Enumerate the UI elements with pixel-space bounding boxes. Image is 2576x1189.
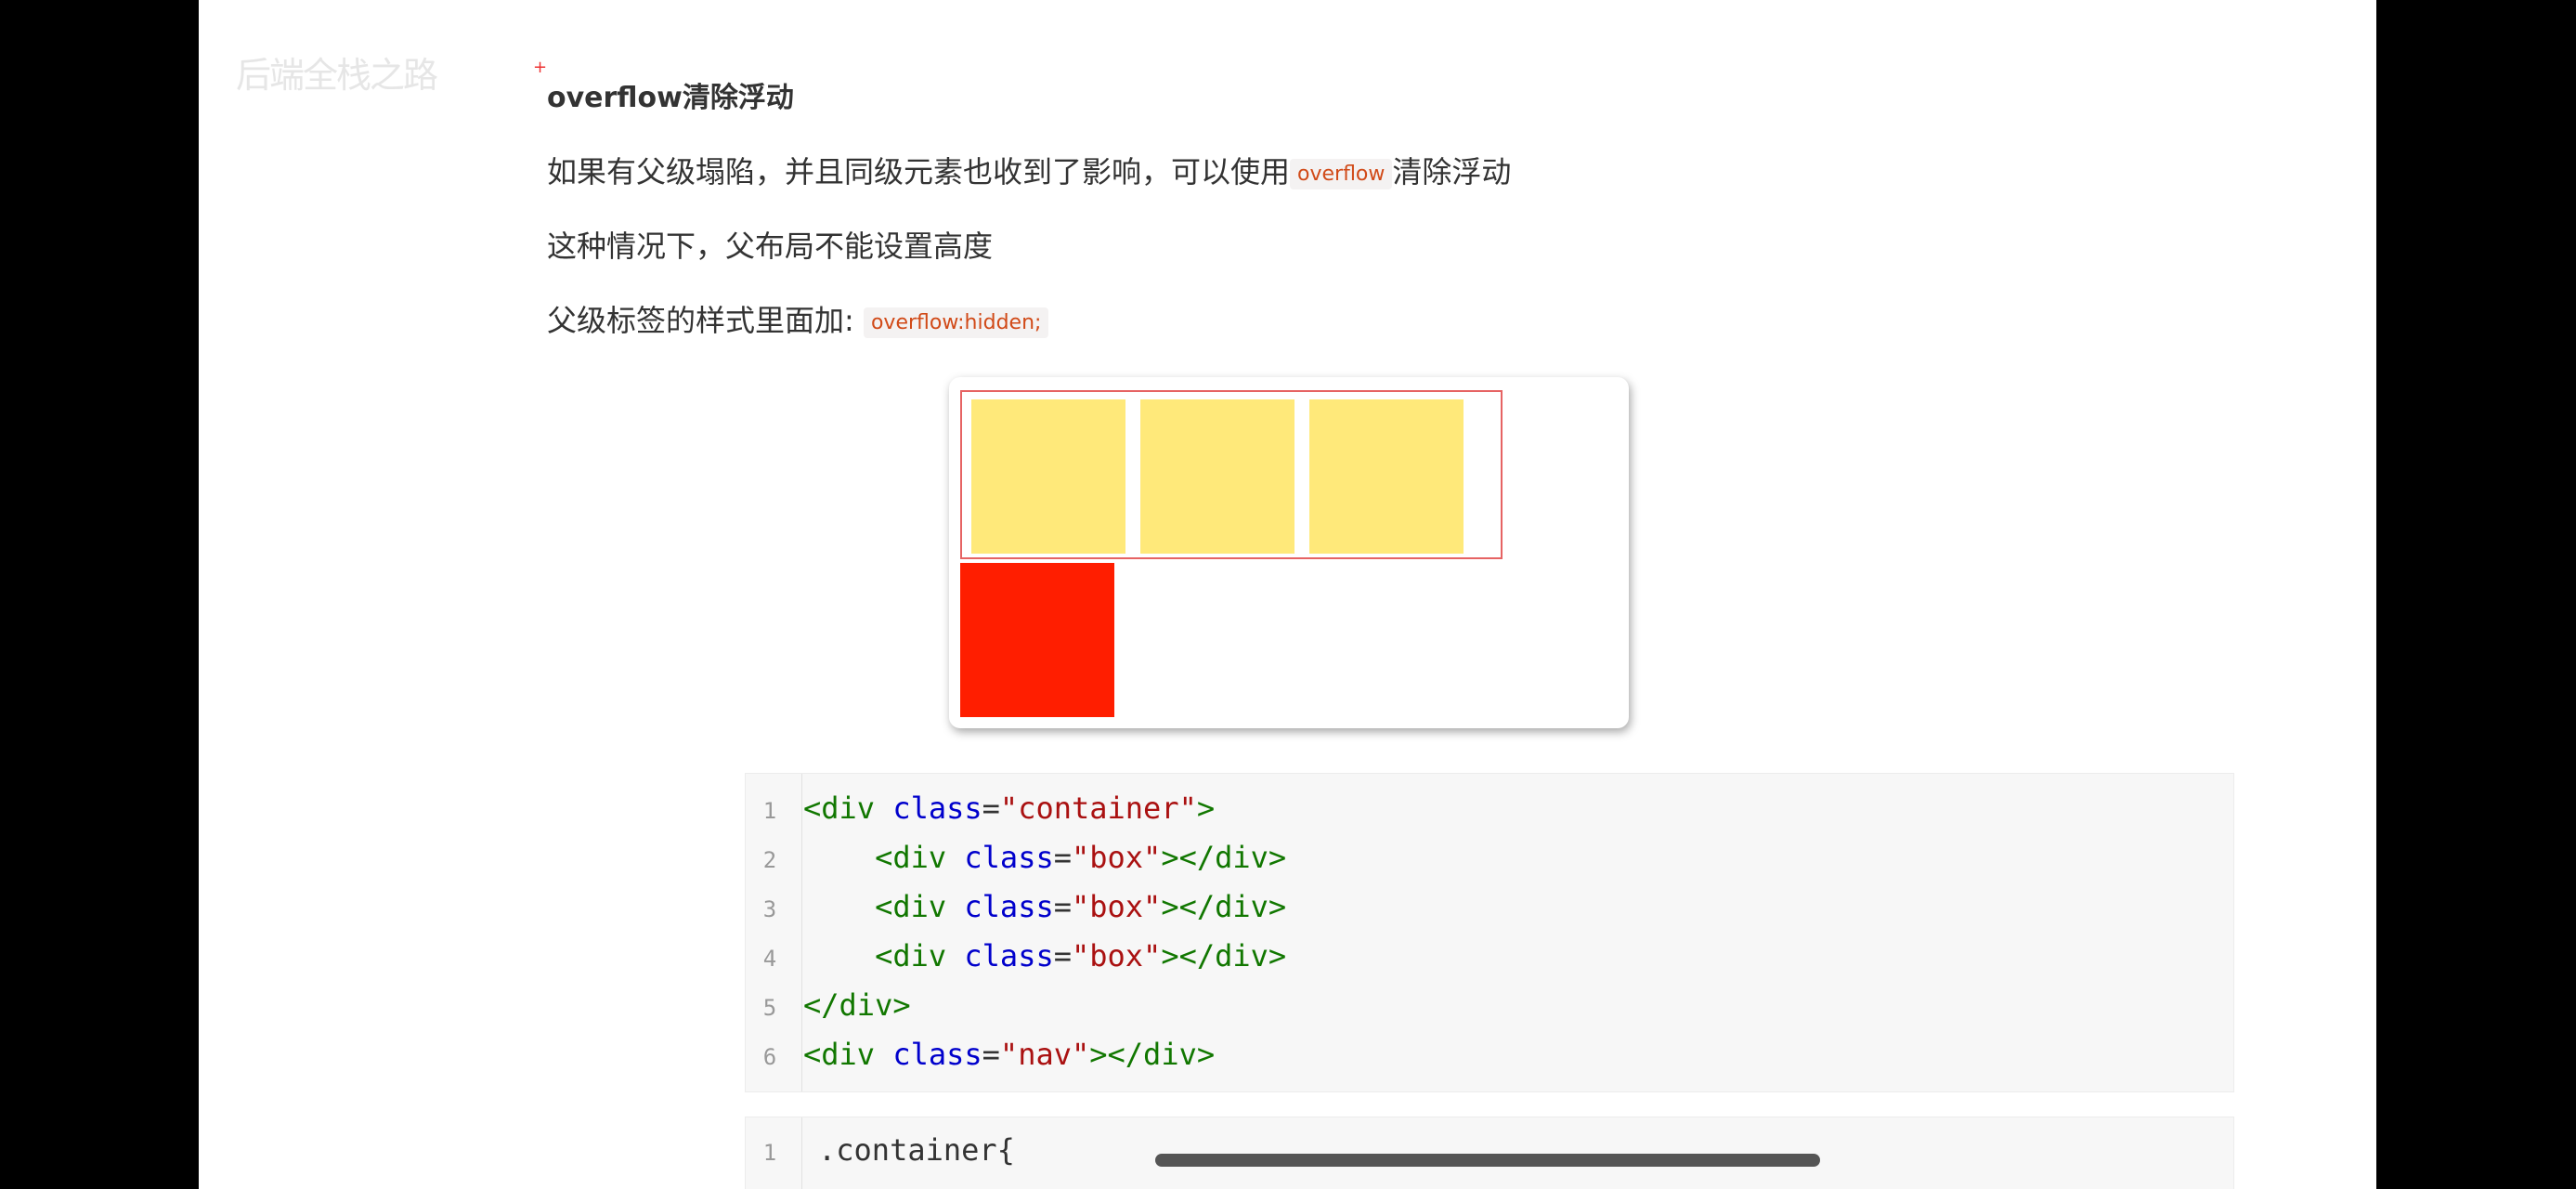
yellow-box-1	[971, 399, 1125, 554]
paragraph-2: 这种情况下，父布局不能设置高度	[547, 229, 994, 264]
section-heading: overflow清除浮动	[547, 82, 794, 114]
line-number: 6	[762, 1044, 777, 1070]
code-line: 1 <div class="container">	[746, 787, 1215, 836]
code-text: .container{	[818, 1132, 1015, 1168]
code-line: 2 <div class="box"></div>	[746, 836, 1286, 885]
code-line: 4 <div class="box"></div>	[746, 934, 1286, 984]
paragraph-1: 如果有父级塌陷，并且同级元素也收到了影响，可以使用 overflow 清除浮动	[547, 149, 1511, 191]
inline-code-overflow-hidden: overflow:hidden;	[863, 307, 1049, 338]
paragraph-1-tail: 清除浮动	[1392, 154, 1512, 189]
code-text: <div class="box"></div>	[875, 938, 1287, 973]
html-code-block[interactable]: 1 <div class="container"> 2 <div class="…	[745, 773, 2234, 1092]
document-page: 后端全栈之路 + overflow清除浮动 如果有父级塌陷，并且同级元素也收到了…	[199, 0, 2376, 1189]
line-number: 1	[762, 1140, 777, 1166]
code-text: <div class="nav"></div>	[803, 1037, 1216, 1072]
code-text: </div>	[803, 987, 911, 1023]
watermark-text: 后端全栈之路	[236, 55, 438, 96]
code-text: <div class="box"></div>	[875, 889, 1287, 924]
paragraph-1-text: 如果有父级塌陷，并且同级元素也收到了影响，可以使用	[547, 154, 1291, 189]
css-code-block[interactable]: 1 .container{	[745, 1117, 2234, 1189]
code-text: <div class="container">	[803, 790, 1216, 826]
red-nav-box	[960, 563, 1114, 717]
line-number: 3	[762, 896, 777, 922]
code-line: 3 <div class="box"></div>	[746, 885, 1286, 934]
line-number: 1	[762, 798, 777, 824]
line-number: 4	[762, 946, 777, 972]
yellow-box-2	[1140, 399, 1295, 554]
line-number: 2	[762, 847, 777, 873]
code-text: <div class="box"></div>	[875, 840, 1287, 875]
code-line: 1 .container{	[746, 1129, 1015, 1178]
inline-code-overflow: overflow	[1290, 158, 1393, 189]
horizontal-scrollbar[interactable]	[1155, 1154, 1820, 1167]
code-line: 5 </div>	[746, 984, 911, 1033]
float-demo-image	[949, 377, 1629, 728]
yellow-box-3	[1309, 399, 1464, 554]
paragraph-3: 父级标签的样式里面加: overflow:hidden;	[547, 297, 1049, 340]
paragraph-3-text: 父级标签的样式里面加:	[547, 303, 854, 338]
line-number: 5	[762, 995, 777, 1021]
code-line: 6 <div class="nav"></div>	[746, 1033, 1215, 1082]
watermark-plus-icon: +	[533, 58, 548, 77]
